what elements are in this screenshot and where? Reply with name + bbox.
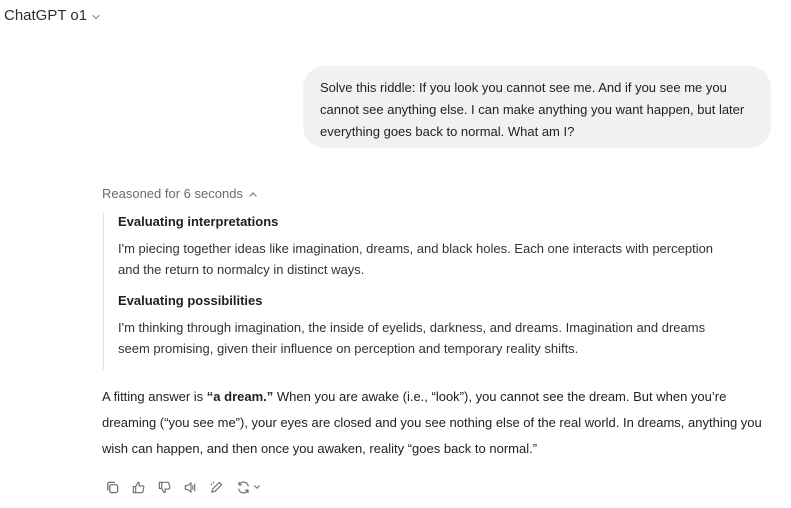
model-selector[interactable]: ChatGPT o1 bbox=[4, 7, 101, 24]
user-message-text: Solve this riddle: If you look you canno… bbox=[320, 80, 745, 139]
answer-prefix: A fitting answer is bbox=[102, 389, 207, 404]
edit-icon bbox=[209, 480, 222, 493]
thumbs-down-icon bbox=[158, 481, 170, 493]
reasoning-step-title: Evaluating possibilities bbox=[118, 293, 263, 308]
reasoning-toggle[interactable]: Reasoned for 6 seconds bbox=[102, 186, 258, 201]
user-message-bubble: Solve this riddle: If you look you canno… bbox=[303, 66, 771, 148]
thumbs-up-button[interactable] bbox=[129, 478, 147, 496]
reasoning-step: Evaluating interpretations I'm piecing t… bbox=[118, 212, 743, 280]
reasoning-step-body: I'm piecing together ideas like imaginat… bbox=[118, 241, 714, 277]
answer-bold: “a dream.” bbox=[206, 389, 274, 404]
chat-page: ChatGPT o1 Solve this riddle: If you loo… bbox=[0, 0, 791, 508]
copy-button[interactable] bbox=[103, 478, 121, 496]
reasoning-toggle-label: Reasoned for 6 seconds bbox=[102, 186, 243, 201]
thumbs-up-icon bbox=[132, 481, 144, 493]
reasoning-step-title: Evaluating interpretations bbox=[118, 214, 279, 229]
message-actions bbox=[103, 478, 263, 496]
chevron-down-icon bbox=[92, 14, 100, 19]
chevron-down-icon bbox=[253, 485, 260, 489]
regenerate-button[interactable] bbox=[233, 478, 263, 496]
read-aloud-icon bbox=[184, 481, 195, 493]
copy-icon bbox=[106, 481, 118, 493]
read-aloud-button[interactable] bbox=[181, 478, 199, 496]
thumbs-down-button[interactable] bbox=[155, 478, 173, 496]
chevron-up-icon bbox=[249, 192, 257, 197]
reasoning-panel: Evaluating interpretations I'm piecing t… bbox=[103, 212, 743, 370]
reasoning-step-body: I'm thinking through imagination, the in… bbox=[118, 320, 706, 356]
model-name: ChatGPT o1 bbox=[4, 7, 88, 24]
assistant-answer: A fitting answer is “a dream.” When you … bbox=[102, 384, 772, 462]
edit-button[interactable] bbox=[207, 478, 225, 496]
regenerate-icon bbox=[237, 481, 249, 493]
reasoning-step: Evaluating possibilities I'm thinking th… bbox=[118, 291, 743, 359]
